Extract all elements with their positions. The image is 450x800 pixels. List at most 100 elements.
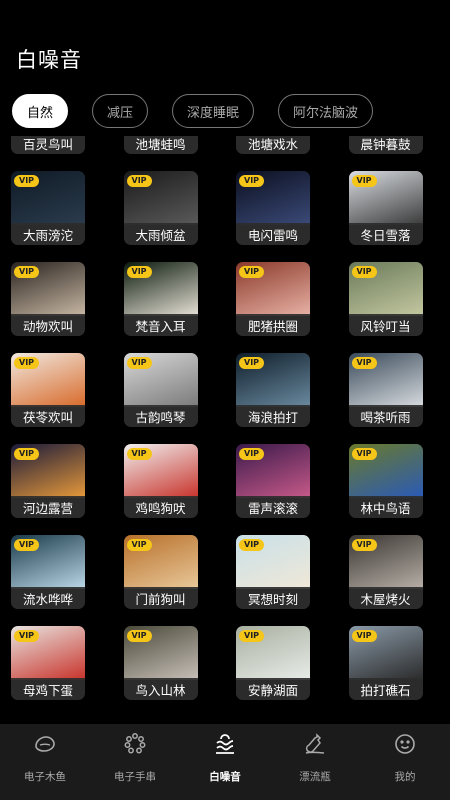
vip-badge: VIP [239,357,265,369]
sound-card[interactable]: 晨钟暮鼓 [348,136,423,154]
sound-label: 肥猪拱圈 [236,314,310,336]
bead-bracelet-icon [123,732,147,760]
vip-badge: VIP [14,630,40,642]
sound-card[interactable]: 百灵鸟叫 [11,136,85,154]
tab-nature[interactable]: 自然 [12,94,69,128]
sound-card[interactable]: VIP 电闪雷鸣 [236,171,310,245]
vip-badge: VIP [351,357,377,369]
vip-badge: VIP [126,175,152,187]
tab-deep-sleep[interactable]: 深度睡眠 [172,94,255,128]
vip-badge: VIP [239,630,265,642]
bottom-tab-bar: 电子木鱼 电子手串 白噪音 漂流瓶 我的 [0,724,450,800]
sound-card[interactable]: VIP 喝茶听雨 [348,353,423,427]
vip-badge: VIP [351,630,377,642]
sound-card[interactable]: VIP 冬日雪落 [348,171,423,245]
vip-badge: VIP [126,266,152,278]
nav-profile[interactable]: 我的 [360,724,450,800]
nav-white-noise[interactable]: 白噪音 [180,724,270,800]
tab-alpha-waves[interactable]: 阿尔法脑波 [278,94,374,128]
vip-badge: VIP [126,448,152,460]
sound-card[interactable]: VIP 林中鸟语 [348,444,423,518]
vip-badge: VIP [14,266,40,278]
sound-label: 池塘蛙鸣 [123,136,198,154]
sound-label: 母鸡下蛋 [11,678,85,700]
sound-card[interactable]: VIP 冥想时刻 [236,535,310,609]
sound-label: 流水哗哗 [11,587,85,609]
sound-label: 大雨滂沱 [11,223,85,245]
nav-bead-bracelet[interactable]: 电子手串 [90,724,180,800]
vip-badge: VIP [14,448,40,460]
sound-label: 动物欢叫 [11,314,85,336]
header: 白噪音 [0,0,450,90]
sound-label: 海浪拍打 [236,405,310,427]
sound-card[interactable]: VIP 木屋烤火 [348,535,423,609]
sound-grid: 百灵鸟叫 池塘蛙鸣 池塘戏水 晨钟暮鼓 VIP 大雨滂沱 VIP 大雨倾盆 VIP 电闪雷鸣 VIP… [11,136,423,700]
vip-badge: VIP [126,357,152,369]
sound-card[interactable]: VIP 河边露营 [11,444,85,518]
sound-label: 雷声滚滚 [236,496,310,518]
vip-badge: VIP [239,266,265,278]
sound-card[interactable]: VIP 雷声滚滚 [236,444,310,518]
vip-badge: VIP [14,539,40,551]
sound-label: 古韵鸣琴 [123,405,198,427]
sound-label: 风铃叮当 [348,314,423,336]
tab-decompress[interactable]: 减压 [92,94,149,128]
nav-drift-bottle[interactable]: 漂流瓶 [270,724,360,800]
sound-card[interactable]: VIP 大雨滂沱 [11,171,85,245]
vip-badge: VIP [126,539,152,551]
sound-card[interactable]: VIP 流水哗哗 [11,535,85,609]
sound-card[interactable]: VIP 肥猪拱圈 [236,262,310,336]
nav-label: 电子手串 [114,771,156,783]
sound-label: 林中鸟语 [348,496,423,518]
sound-label: 池塘戏水 [236,136,310,154]
nav-label: 电子木鱼 [24,771,66,783]
sound-label: 木屋烤火 [348,587,423,609]
drift-bottle-icon [303,732,327,760]
sound-card[interactable]: VIP 母鸡下蛋 [11,626,85,700]
nav-wooden-fish[interactable]: 电子木鱼 [0,724,90,800]
sound-label: 百灵鸟叫 [11,136,85,154]
sound-label: 安静湖面 [236,678,310,700]
wave-sun-icon [213,732,237,760]
sound-label: 喝茶听雨 [348,405,423,427]
vip-badge: VIP [239,539,265,551]
sound-card[interactable]: VIP 动物欢叫 [11,262,85,336]
vip-badge: VIP [126,630,152,642]
sound-label: 冥想时刻 [236,587,310,609]
sound-card[interactable]: VIP 安静湖面 [236,626,310,700]
sound-card[interactable]: VIP 茯苓欢叫 [11,353,85,427]
sound-label: 梵音入耳 [123,314,198,336]
sound-label: 冬日雪落 [348,223,423,245]
wooden-fish-icon [33,732,57,760]
page-title: 白噪音 [16,48,82,72]
sound-grid-viewport[interactable]: 百灵鸟叫 池塘蛙鸣 池塘戏水 晨钟暮鼓 VIP 大雨滂沱 VIP 大雨倾盆 VIP 电闪雷鸣 VIP… [0,136,450,724]
sound-card[interactable]: VIP 大雨倾盆 [123,171,198,245]
sound-card[interactable]: VIP 海浪拍打 [236,353,310,427]
sound-label: 拍打礁石 [348,678,423,700]
category-tabs: 自然 减压 深度睡眠 阿尔法脑波 [12,94,374,130]
vip-badge: VIP [14,357,40,369]
sound-label: 茯苓欢叫 [11,405,85,427]
vip-badge: VIP [239,175,265,187]
vip-badge: VIP [239,448,265,460]
sound-label: 电闪雷鸣 [236,223,310,245]
nav-label: 我的 [394,771,416,783]
sound-card[interactable]: VIP 门前狗叫 [123,535,198,609]
smile-face-icon [393,732,417,760]
sound-card[interactable]: VIP 拍打礁石 [348,626,423,700]
nav-label: 白噪音 [209,771,241,783]
vip-badge: VIP [351,448,377,460]
sound-label: 门前狗叫 [123,587,198,609]
nav-label: 漂流瓶 [299,771,331,783]
sound-card[interactable]: 池塘蛙鸣 [123,136,198,154]
vip-badge: VIP [351,175,377,187]
sound-card[interactable]: VIP 鸡鸣狗吠 [123,444,198,518]
sound-card[interactable]: VIP 古韵鸣琴 [123,353,198,427]
sound-label: 大雨倾盆 [123,223,198,245]
sound-card[interactable]: 池塘戏水 [236,136,310,154]
sound-label: 鸟入山林 [123,678,198,700]
sound-card[interactable]: VIP 鸟入山林 [123,626,198,700]
sound-card[interactable]: VIP 风铃叮当 [348,262,423,336]
sound-card[interactable]: VIP 梵音入耳 [123,262,198,336]
vip-badge: VIP [14,175,40,187]
